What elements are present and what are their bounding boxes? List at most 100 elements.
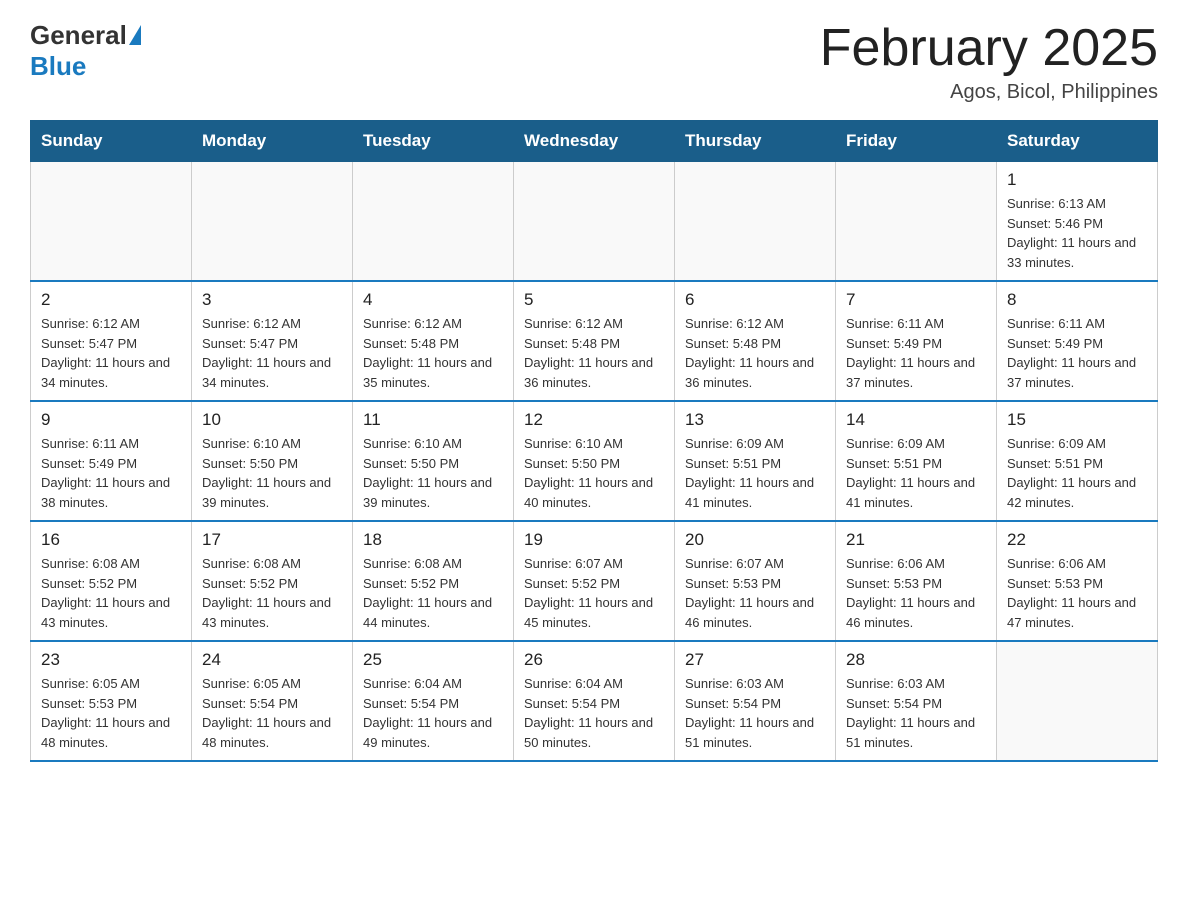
day-info: Sunrise: 6:12 AM Sunset: 5:48 PM Dayligh…	[524, 314, 664, 392]
day-cell	[997, 641, 1158, 761]
day-info: Sunrise: 6:06 AM Sunset: 5:53 PM Dayligh…	[846, 554, 986, 632]
day-number: 9	[41, 410, 181, 430]
day-number: 4	[363, 290, 503, 310]
header-row: SundayMondayTuesdayWednesdayThursdayFrid…	[31, 121, 1158, 162]
day-cell: 12Sunrise: 6:10 AM Sunset: 5:50 PM Dayli…	[514, 401, 675, 521]
day-number: 3	[202, 290, 342, 310]
logo-general-text: General	[30, 20, 127, 51]
day-cell: 3 Sunrise: 6:12 AM Sunset: 5:47 PM Daylig…	[192, 281, 353, 401]
day-cell	[353, 162, 514, 282]
day-number: 2	[41, 290, 181, 310]
day-number: 25	[363, 650, 503, 670]
day-cell: 23 Sunrise: 6:05 AM Sunset: 5:53 PM Dayli…	[31, 641, 192, 761]
day-info: Sunrise: 6:07 AM Sunset: 5:53 PM Dayligh…	[685, 554, 825, 632]
header-cell-tuesday: Tuesday	[353, 121, 514, 162]
day-number: 23	[41, 650, 181, 670]
day-number: 24	[202, 650, 342, 670]
day-cell: 13 Sunrise: 6:09 AM Sunset: 5:51 PM Dayli…	[675, 401, 836, 521]
day-info: Sunrise: 6:11 AM Sunset: 5:49 PM Dayligh…	[846, 314, 986, 392]
day-info: Sunrise: 6:12 AM Sunset: 5:47 PM Dayligh…	[202, 314, 342, 392]
calendar-title: February 2025	[820, 20, 1158, 77]
day-cell: 21 Sunrise: 6:06 AM Sunset: 5:53 PM Dayli…	[836, 521, 997, 641]
day-number: 11	[363, 410, 503, 430]
logo-blue-text: Blue	[30, 51, 86, 82]
calendar-body: 1Sunrise: 6:13 AM Sunset: 5:46 PM Daylig…	[31, 162, 1158, 762]
header-cell-sunday: Sunday	[31, 121, 192, 162]
day-cell: 26Sunrise: 6:04 AM Sunset: 5:54 PM Dayli…	[514, 641, 675, 761]
day-number: 20	[685, 530, 825, 550]
day-number: 18	[363, 530, 503, 550]
day-cell	[675, 162, 836, 282]
day-info: Sunrise: 6:10 AM Sunset: 5:50 PM Dayligh…	[202, 434, 342, 512]
day-cell: 15 Sunrise: 6:09 AM Sunset: 5:51 PM Dayli…	[997, 401, 1158, 521]
day-info: Sunrise: 6:09 AM Sunset: 5:51 PM Dayligh…	[685, 434, 825, 512]
day-info: Sunrise: 6:12 AM Sunset: 5:48 PM Dayligh…	[685, 314, 825, 392]
day-number: 7	[846, 290, 986, 310]
day-info: Sunrise: 6:08 AM Sunset: 5:52 PM Dayligh…	[363, 554, 503, 632]
day-info: Sunrise: 6:03 AM Sunset: 5:54 PM Dayligh…	[846, 674, 986, 752]
day-number: 5	[524, 290, 664, 310]
day-cell: 5 Sunrise: 6:12 AM Sunset: 5:48 PM Daylig…	[514, 281, 675, 401]
day-cell: 11 Sunrise: 6:10 AM Sunset: 5:50 PM Dayli…	[353, 401, 514, 521]
logo-icon-wrap: General Blue	[30, 20, 141, 82]
day-info: Sunrise: 6:10 AM Sunset: 5:50 PM Dayligh…	[363, 434, 503, 512]
day-cell: 18 Sunrise: 6:08 AM Sunset: 5:52 PM Dayli…	[353, 521, 514, 641]
day-cell: 7 Sunrise: 6:11 AM Sunset: 5:49 PM Daylig…	[836, 281, 997, 401]
day-info: Sunrise: 6:09 AM Sunset: 5:51 PM Dayligh…	[846, 434, 986, 512]
day-info: Sunrise: 6:03 AM Sunset: 5:54 PM Dayligh…	[685, 674, 825, 752]
title-area: February 2025 Agos, Bicol, Philippines	[820, 20, 1158, 104]
day-number: 10	[202, 410, 342, 430]
day-cell: 2Sunrise: 6:12 AM Sunset: 5:47 PM Daylig…	[31, 281, 192, 401]
day-info: Sunrise: 6:08 AM Sunset: 5:52 PM Dayligh…	[41, 554, 181, 632]
day-info: Sunrise: 6:06 AM Sunset: 5:53 PM Dayligh…	[1007, 554, 1147, 632]
day-number: 13	[685, 410, 825, 430]
day-info: Sunrise: 6:13 AM Sunset: 5:46 PM Dayligh…	[1007, 194, 1147, 272]
day-cell: 24 Sunrise: 6:05 AM Sunset: 5:54 PM Dayli…	[192, 641, 353, 761]
day-cell: 16Sunrise: 6:08 AM Sunset: 5:52 PM Dayli…	[31, 521, 192, 641]
day-cell: 28 Sunrise: 6:03 AM Sunset: 5:54 PM Dayli…	[836, 641, 997, 761]
day-number: 21	[846, 530, 986, 550]
day-number: 28	[846, 650, 986, 670]
day-cell: 10 Sunrise: 6:10 AM Sunset: 5:50 PM Dayli…	[192, 401, 353, 521]
day-info: Sunrise: 6:12 AM Sunset: 5:48 PM Dayligh…	[363, 314, 503, 392]
day-info: Sunrise: 6:09 AM Sunset: 5:51 PM Dayligh…	[1007, 434, 1147, 512]
day-cell	[31, 162, 192, 282]
logo: General Blue	[30, 20, 141, 82]
day-number: 8	[1007, 290, 1147, 310]
calendar-subtitle: Agos, Bicol, Philippines	[820, 81, 1158, 104]
day-number: 15	[1007, 410, 1147, 430]
day-cell	[836, 162, 997, 282]
day-cell: 8 Sunrise: 6:11 AM Sunset: 5:49 PM Daylig…	[997, 281, 1158, 401]
week-row-2: 2 Sunrise: 6:12 AM Sunset: 5:47 PM Daylig…	[31, 281, 1158, 401]
day-cell: 25 Sunrise: 6:04 AM Sunset: 5:54 PM Dayli…	[353, 641, 514, 761]
page-header: General Blue February 2025 Agos, Bicol, …	[30, 20, 1158, 104]
week-row-5: 23 Sunrise: 6:05 AM Sunset: 5:53 PM Dayli…	[31, 641, 1158, 761]
header-cell-friday: Friday	[836, 121, 997, 162]
day-number: 6	[685, 290, 825, 310]
day-cell: 9Sunrise: 6:11 AM Sunset: 5:49 PM Daylig…	[31, 401, 192, 521]
day-cell: 19 Sunrise: 6:07 AM Sunset: 5:52 PM Dayli…	[514, 521, 675, 641]
day-info: Sunrise: 6:10 AM Sunset: 5:50 PM Dayligh…	[524, 434, 664, 512]
day-info: Sunrise: 6:04 AM Sunset: 5:54 PM Dayligh…	[363, 674, 503, 752]
calendar-table: SundayMondayTuesdayWednesdayThursdayFrid…	[30, 120, 1158, 762]
logo-triangle-icon	[129, 25, 141, 45]
week-row-4: 16Sunrise: 6:08 AM Sunset: 5:52 PM Dayli…	[31, 521, 1158, 641]
week-row-1: 1Sunrise: 6:13 AM Sunset: 5:46 PM Daylig…	[31, 162, 1158, 282]
day-cell: 27Sunrise: 6:03 AM Sunset: 5:54 PM Dayli…	[675, 641, 836, 761]
day-cell: 1Sunrise: 6:13 AM Sunset: 5:46 PM Daylig…	[997, 162, 1158, 282]
day-cell: 4 Sunrise: 6:12 AM Sunset: 5:48 PM Daylig…	[353, 281, 514, 401]
day-cell	[514, 162, 675, 282]
day-info: Sunrise: 6:08 AM Sunset: 5:52 PM Dayligh…	[202, 554, 342, 632]
day-info: Sunrise: 6:07 AM Sunset: 5:52 PM Dayligh…	[524, 554, 664, 632]
day-number: 14	[846, 410, 986, 430]
day-cell: 14 Sunrise: 6:09 AM Sunset: 5:51 PM Dayli…	[836, 401, 997, 521]
header-cell-monday: Monday	[192, 121, 353, 162]
day-cell: 22Sunrise: 6:06 AM Sunset: 5:53 PM Dayli…	[997, 521, 1158, 641]
day-cell	[192, 162, 353, 282]
week-row-3: 9Sunrise: 6:11 AM Sunset: 5:49 PM Daylig…	[31, 401, 1158, 521]
day-info: Sunrise: 6:05 AM Sunset: 5:53 PM Dayligh…	[41, 674, 181, 752]
day-info: Sunrise: 6:11 AM Sunset: 5:49 PM Dayligh…	[1007, 314, 1147, 392]
calendar-header: SundayMondayTuesdayWednesdayThursdayFrid…	[31, 121, 1158, 162]
day-info: Sunrise: 6:05 AM Sunset: 5:54 PM Dayligh…	[202, 674, 342, 752]
day-number: 19	[524, 530, 664, 550]
